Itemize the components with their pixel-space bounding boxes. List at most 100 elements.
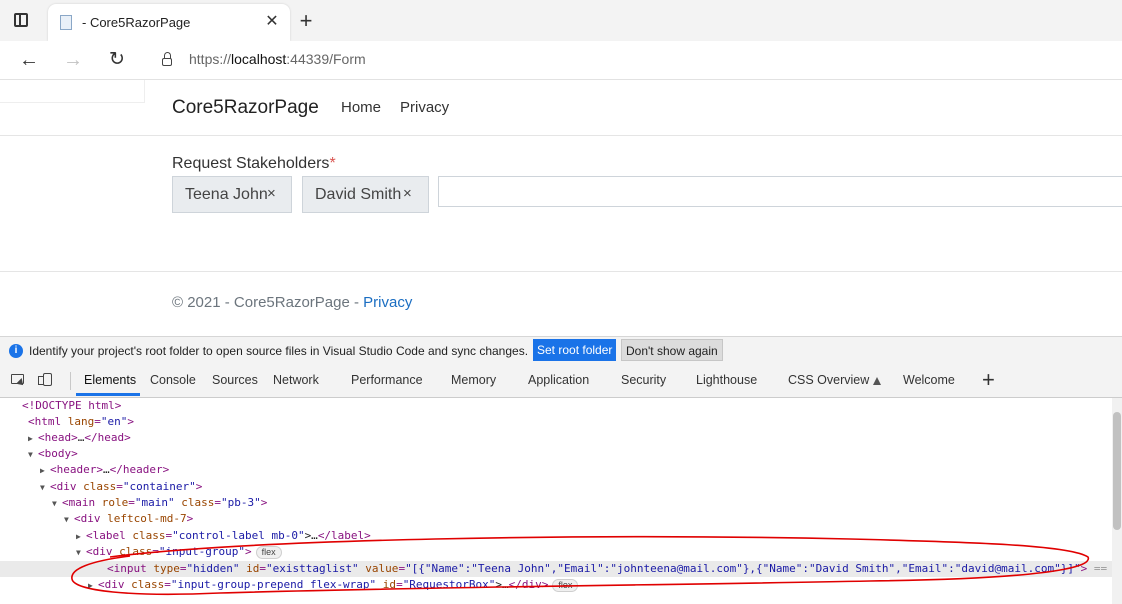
refresh-icon[interactable]: ↻ [104, 47, 130, 73]
faint-overlay [0, 80, 145, 103]
back-arrow-icon[interactable]: ← [16, 47, 42, 73]
browser-tab[interactable]: - Core5RazorPage ✕ [48, 4, 290, 41]
scrollbar-thumb[interactable] [1113, 412, 1121, 530]
attr-name: id [239, 562, 260, 575]
tag: <div [74, 512, 108, 525]
site-footer: © 2021 - Core5RazorPage - Privacy [0, 271, 1122, 336]
chip-label: Teena John [185, 186, 268, 203]
tab-title: - Core5RazorPage [82, 15, 191, 30]
dom-node-requestor-box[interactable]: ▶ <div class="input-group-prepend flex-wr… [88, 577, 579, 594]
page-favicon-icon [60, 15, 72, 30]
dom-node-body[interactable]: ▼ <body> [28, 446, 78, 462]
inspect-element-icon[interactable] [11, 374, 24, 384]
expand-triangle-icon[interactable]: ▶ [76, 529, 86, 545]
tag-end: > [260, 496, 268, 509]
collapse-triangle-icon[interactable]: ▼ [64, 512, 74, 528]
collapse-triangle-icon[interactable]: ▼ [28, 447, 38, 463]
remove-icon[interactable]: × [267, 185, 276, 202]
close-icon[interactable]: ✕ [262, 12, 282, 32]
plus-icon[interactable]: + [294, 10, 318, 34]
dom-node-hidden-input[interactable]: <input type="hidden" id="existtaglist" v… [107, 561, 1122, 577]
tab-memory[interactable]: Memory [451, 373, 496, 387]
url-scheme: https:// [189, 51, 232, 67]
flex-badge[interactable]: flex [552, 578, 579, 592]
dom-node-header[interactable]: ▶ <header>…</header> [40, 462, 169, 478]
dom-node-input-group[interactable]: ▼ <div class="input-group"> flex [76, 544, 282, 560]
tab-css-overview-label: CSS Overview [788, 373, 870, 387]
tag: <html [28, 415, 68, 428]
collapsed-dots: >… [495, 578, 509, 591]
tag: <main [62, 496, 102, 509]
attr-name: value [358, 562, 399, 575]
tab-css-overview[interactable]: CSS Overview [788, 373, 882, 387]
dom-node-html[interactable]: <html lang="en"> [28, 414, 134, 430]
tag: <input [107, 562, 154, 575]
attr-name: type [153, 562, 180, 575]
tab-sources[interactable]: Sources [212, 373, 258, 387]
dom-node-main[interactable]: ▼ <main role="main" class="pb-3"> [52, 495, 267, 511]
flex-badge[interactable]: flex [255, 545, 282, 559]
elements-panel: <!DOCTYPE html> <html lang="en"> ▶ <head>… [0, 398, 1122, 604]
expand-triangle-icon[interactable]: ▶ [88, 578, 98, 594]
tag-end: </header> [109, 463, 170, 476]
chip-label: David Smith [315, 186, 402, 203]
more-tools-plus-icon[interactable]: + [982, 367, 995, 393]
tag: <div [98, 578, 132, 591]
attr-value: "control-label mb-0" [172, 529, 305, 542]
dom-node-container[interactable]: ▼ <div class="container"> [40, 479, 202, 495]
url-host: localhost [231, 51, 287, 67]
tab-actions-icon[interactable] [14, 13, 28, 27]
required-mark: * [329, 155, 336, 172]
set-root-folder-button[interactable]: Set root folder [533, 339, 617, 361]
tag: <body> [38, 447, 78, 460]
tag-end: > [244, 545, 252, 558]
tab-performance[interactable]: Performance [351, 373, 423, 387]
copyright-text: © 2021 - Core5RazorPage - [172, 294, 364, 311]
brand-link[interactable]: Core5RazorPage [172, 97, 319, 119]
dont-show-again-button[interactable]: Don't show again [621, 339, 723, 361]
stakeholder-search-input[interactable] [438, 176, 1122, 207]
expand-triangle-icon[interactable]: ▶ [28, 431, 38, 447]
dom-node-head[interactable]: ▶ <head>…</head> [28, 430, 131, 446]
attr-name: id [376, 578, 397, 591]
url-path: :44339/Form [286, 51, 366, 67]
dom-node-leftcol[interactable]: ▼ <div leftcol-md-7> [64, 511, 193, 527]
attr-name: leftcol-md-7 [107, 512, 187, 525]
tag: <head> [38, 431, 78, 444]
dom-node-doctype[interactable]: <!DOCTYPE html> [22, 398, 121, 414]
tab-lighthouse[interactable]: Lighthouse [696, 373, 757, 387]
collapse-triangle-icon[interactable]: ▼ [76, 545, 86, 561]
tab-application[interactable]: Application [528, 373, 589, 387]
collapse-triangle-icon[interactable]: ▼ [40, 480, 50, 496]
tag: <label [86, 529, 133, 542]
collapsed-dots: >… [304, 529, 318, 542]
remove-icon[interactable]: × [403, 185, 412, 202]
expand-triangle-icon[interactable]: ▶ [40, 463, 50, 479]
collapsed-dots: … [102, 463, 110, 476]
dom-node-label[interactable]: ▶ <label class="control-label mb-0">…</la… [76, 528, 371, 544]
lock-icon[interactable] [162, 52, 172, 66]
stakeholders-label: Request Stakeholders* [172, 155, 336, 173]
tab-welcome[interactable]: Welcome [903, 373, 955, 387]
collapse-triangle-icon[interactable]: ▼ [52, 496, 62, 512]
footer-privacy-link[interactable]: Privacy [363, 294, 412, 311]
tag-end: </div> [508, 578, 549, 591]
tab-security[interactable]: Security [621, 373, 666, 387]
tag-end: > [186, 512, 194, 525]
url-field[interactable]: https://localhost:44339/Form [189, 51, 366, 67]
tab-elements[interactable]: Elements [84, 373, 136, 387]
attr-value: "input-group" [158, 545, 245, 558]
attr-value: "existtaglist" [265, 562, 359, 575]
tab-network[interactable]: Network [273, 373, 319, 387]
nav-link-home[interactable]: Home [341, 99, 381, 116]
attr-name: class [83, 480, 117, 493]
nav-link-privacy[interactable]: Privacy [400, 99, 449, 116]
elements-scrollbar[interactable] [1112, 398, 1122, 604]
attr-name: class [131, 578, 165, 591]
tab-console[interactable]: Console [150, 373, 196, 387]
attr-value: "input-group-prepend flex-wrap" [170, 578, 377, 591]
device-emulation-icon[interactable] [38, 373, 52, 386]
attr-value: "hidden" [186, 562, 240, 575]
toolbar-divider [70, 372, 71, 390]
forward-arrow-icon[interactable]: → [60, 47, 86, 73]
